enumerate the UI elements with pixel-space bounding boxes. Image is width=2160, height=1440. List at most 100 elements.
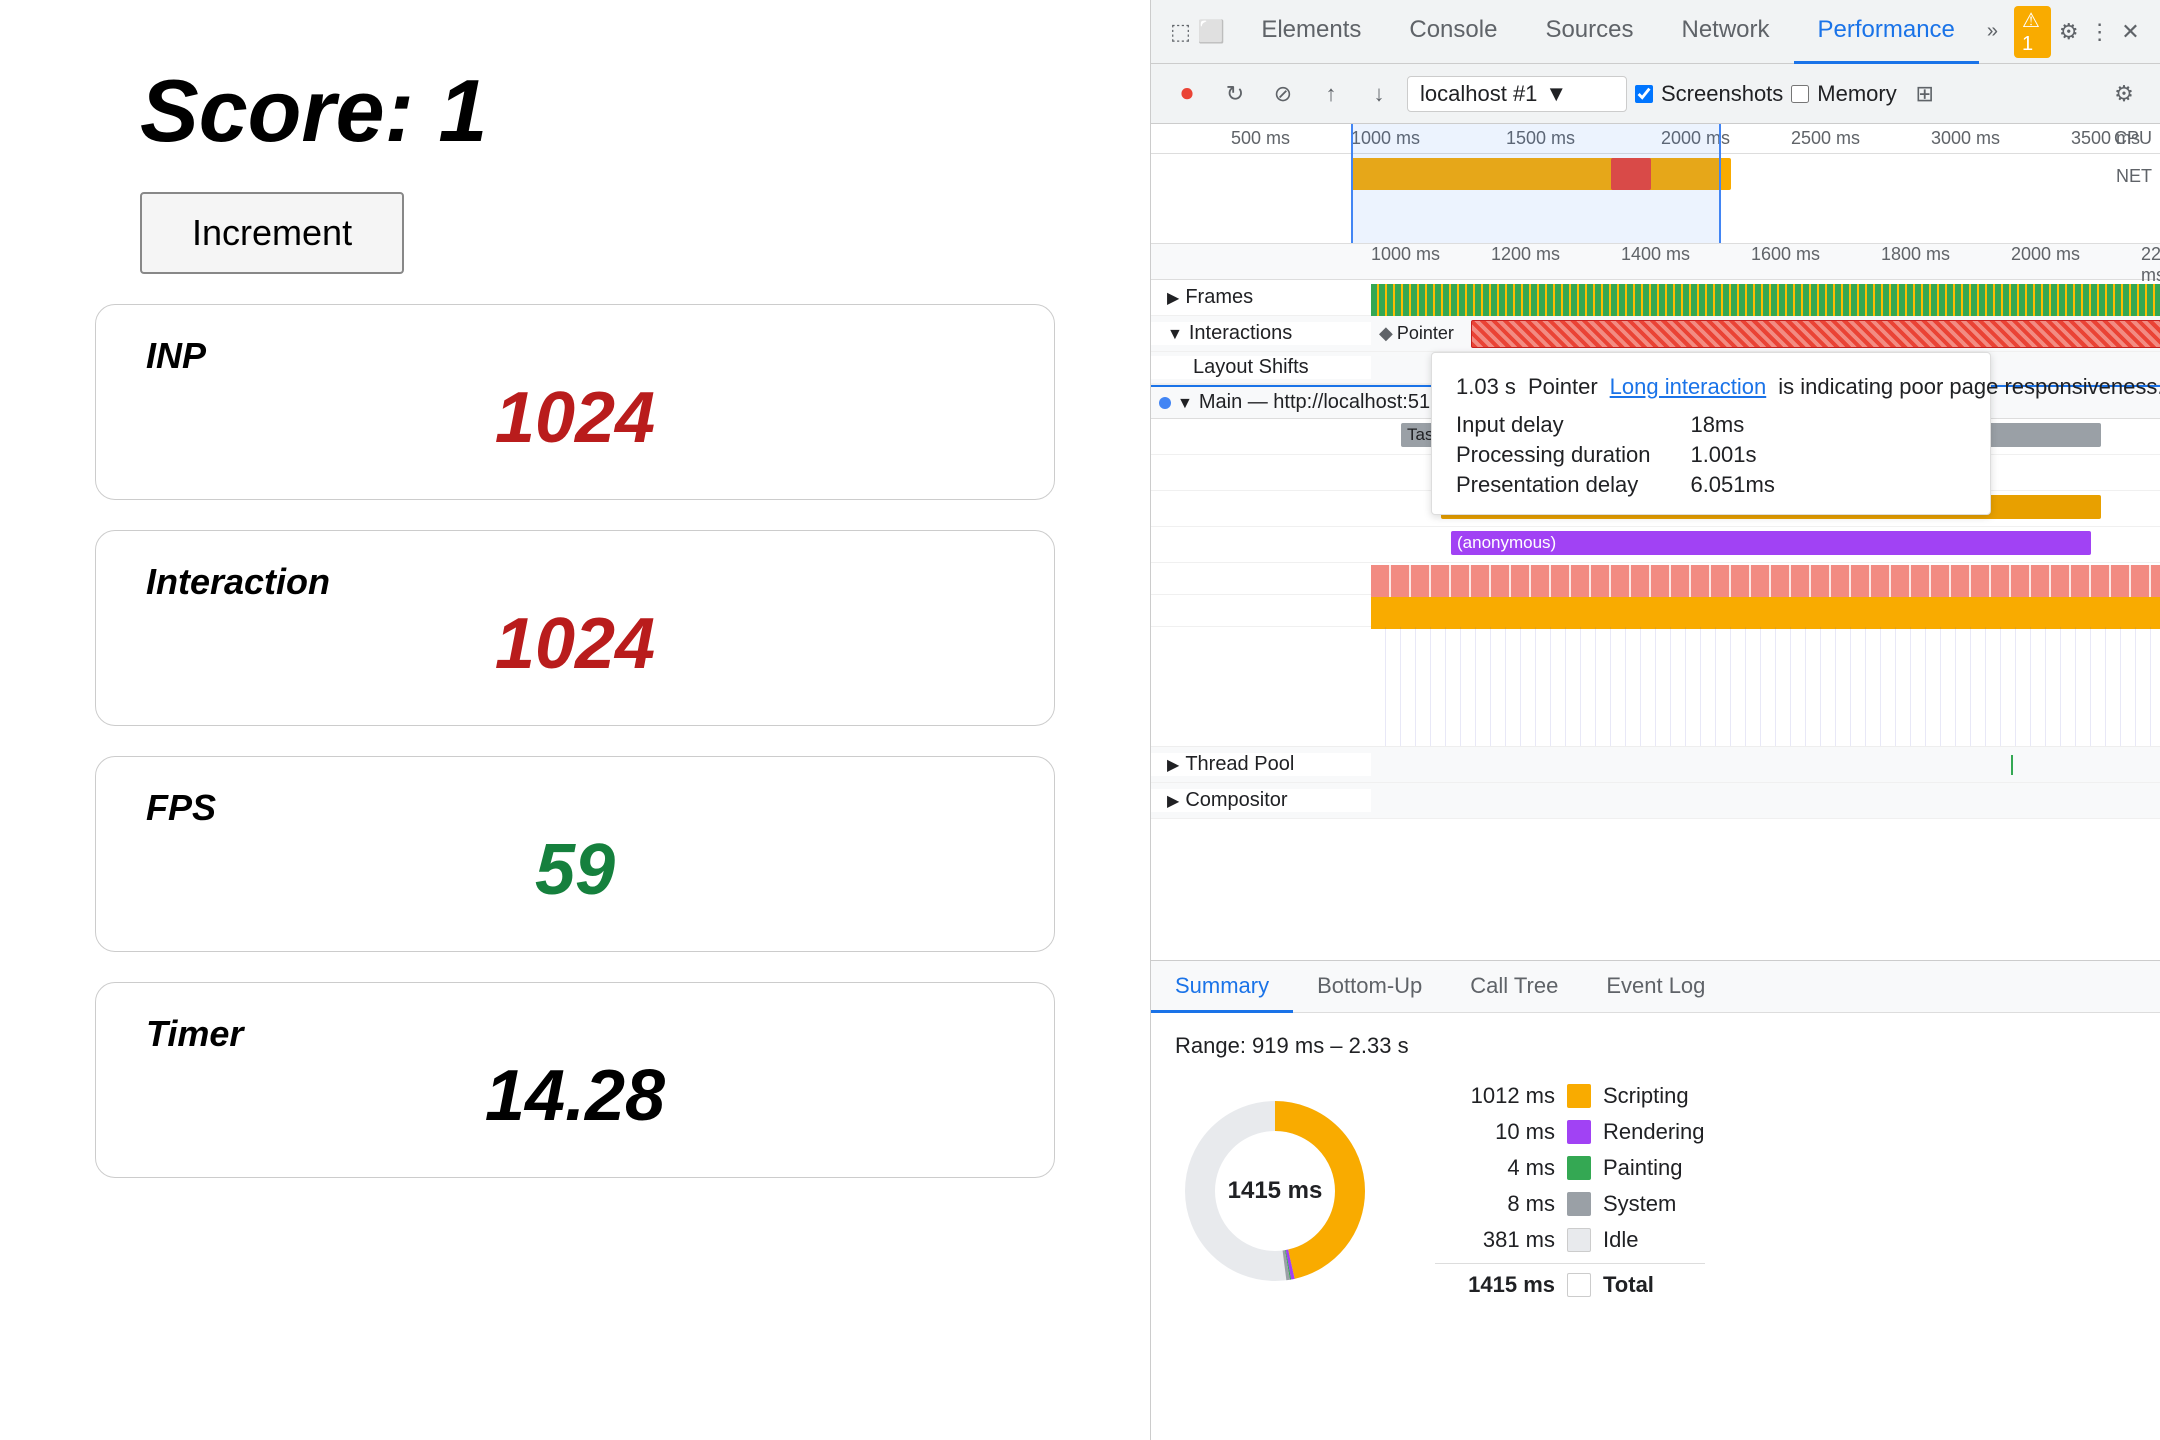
screenshots-label: Screenshots <box>1661 81 1783 107</box>
system-label: System <box>1603 1191 1676 1217</box>
idle-label: Idle <box>1603 1227 1638 1253</box>
timeline-overview[interactable]: 500 ms 1000 ms 1500 ms 2000 ms 2500 ms 3… <box>1151 124 2160 244</box>
overview-mark-3000: 3000 ms <box>1931 128 2000 149</box>
download-button[interactable]: ↓ <box>1359 74 1399 114</box>
donut-chart: 1415 ms <box>1175 1091 1375 1291</box>
compositor-content <box>1371 783 2160 818</box>
fps-card: FPS 59 <box>95 756 1055 952</box>
painting-color <box>1567 1156 1591 1180</box>
interactions-label: Interactions <box>1151 322 1371 345</box>
interaction-bar[interactable] <box>1471 320 2160 348</box>
upload-button[interactable]: ↑ <box>1311 74 1351 114</box>
overview-mark-500: 500 ms <box>1231 128 1290 149</box>
sub-task-track-1 <box>1151 563 2160 595</box>
tab-console[interactable]: Console <box>1385 0 1521 64</box>
interaction-label: Interaction <box>146 561 1004 603</box>
interaction-tooltip: 1.03 s Pointer Long interaction is indic… <box>1431 352 1991 515</box>
scripting-value: 1012 ms <box>1435 1083 1555 1109</box>
mark-1600: 1600 ms <box>1751 244 1820 265</box>
compositor-expand[interactable] <box>1167 789 1179 812</box>
thread-pool-label: Thread Pool <box>1151 753 1371 776</box>
increment-button[interactable]: Increment <box>140 192 404 274</box>
timer-card: Timer 14.28 <box>95 982 1055 1178</box>
devtools-toolbar: ⏺ ↻ ⊘ ↑ ↓ localhost #1 ▼ Screenshots Mem… <box>1151 64 2160 124</box>
scripting-label: Scripting <box>1603 1083 1689 1109</box>
memory-label: Memory <box>1817 81 1896 107</box>
frames-chevron[interactable] <box>1167 286 1179 309</box>
tab-summary[interactable]: Summary <box>1151 961 1293 1013</box>
tab-event-log[interactable]: Event Log <box>1582 961 1729 1013</box>
screenshots-checkbox[interactable] <box>1635 85 1653 103</box>
memory-checkbox[interactable] <box>1791 85 1809 103</box>
inp-label: INP <box>146 335 1004 377</box>
system-color <box>1567 1192 1591 1216</box>
legend-row-idle: 381 ms Idle <box>1435 1227 1705 1253</box>
mark-1000: 1000 ms <box>1371 244 1440 265</box>
overview-mark-2500: 2500 ms <box>1791 128 1860 149</box>
timeline-ruler: 1000 ms 1200 ms 1400 ms 1600 ms 1800 ms … <box>1151 244 2160 280</box>
idle-color <box>1567 1228 1591 1252</box>
memory-checkbox-group: Memory <box>1791 81 1896 107</box>
record-button[interactable]: ⏺ <box>1167 74 1207 114</box>
layout-shifts-label: Layout Shifts <box>1151 356 1371 379</box>
tab-call-tree[interactable]: Call Tree <box>1446 961 1582 1013</box>
tooltip-link[interactable]: Long interaction <box>1610 369 1767 404</box>
main-thread-label: Main — http://localhost:51... <box>1199 391 1447 414</box>
devtools-panel: ⬚ ⬜ Elements Console Sources Network Per… <box>1150 0 2160 1440</box>
close-icon[interactable]: ✕ <box>2117 10 2144 54</box>
interactions-expand[interactable] <box>1167 322 1183 345</box>
tooltip-time: 1.03 s <box>1456 369 1516 404</box>
inp-card: INP 1024 <box>95 304 1055 500</box>
inspect-icon[interactable]: ⬚ <box>1167 10 1194 54</box>
donut-center: 1415 ms <box>1228 1177 1323 1205</box>
legend-row-painting: 4 ms Painting <box>1435 1155 1705 1181</box>
more-options-icon[interactable]: ⋮ <box>2086 10 2113 54</box>
thread-pool-expand[interactable] <box>1167 753 1179 776</box>
legend-row-rendering: 10 ms Rendering <box>1435 1119 1705 1145</box>
reload-record-button[interactable]: ↻ <box>1215 74 1255 114</box>
more-tabs-icon[interactable]: » <box>1979 20 2006 43</box>
network-throttle-icon[interactable]: ⊞ <box>1905 74 1945 114</box>
legend-row-system: 8 ms System <box>1435 1191 1705 1217</box>
warning-badge: ⚠ 1 <box>2014 6 2051 58</box>
interaction-value: 1024 <box>146 603 1004 685</box>
compositor-label: Compositor <box>1151 789 1371 812</box>
legend-row-total: 1415 ms Total <box>1435 1263 1705 1298</box>
tooltip-type: Pointer <box>1528 369 1598 404</box>
timeline-detail[interactable]: 1000 ms 1200 ms 1400 ms 1600 ms 1800 ms … <box>1151 244 2160 960</box>
summary-layout: 1415 ms 1012 ms Scripting 10 ms Renderin… <box>1175 1083 2136 1298</box>
tab-performance[interactable]: Performance <box>1794 0 1979 64</box>
tab-bottom-up[interactable]: Bottom-Up <box>1293 961 1446 1013</box>
settings-icon[interactable]: ⚙ <box>2055 10 2082 54</box>
main-thread-expand[interactable] <box>1177 391 1193 414</box>
tab-network[interactable]: Network <box>1657 0 1793 64</box>
task-bar-anonymous[interactable]: (anonymous) <box>1451 531 2091 555</box>
tab-sources[interactable]: Sources <box>1521 0 1657 64</box>
tooltip-presentation-label: Presentation delay <box>1456 472 1650 498</box>
devtools-topbar: ⬚ ⬜ Elements Console Sources Network Per… <box>1151 0 2160 64</box>
legend-row-scripting: 1012 ms Scripting <box>1435 1083 1705 1109</box>
score-title: Score: 1 <box>140 60 487 162</box>
devtools-tabs: Elements Console Sources Network Perform… <box>1237 0 2006 64</box>
pointer-sub-label: ◆ <box>1371 323 1393 344</box>
rendering-color <box>1567 1120 1591 1144</box>
device-icon[interactable]: ⬜ <box>1198 10 1225 54</box>
tooltip-processing-label: Processing duration <box>1456 442 1650 468</box>
screenshots-checkbox-group: Screenshots <box>1635 81 1783 107</box>
timer-label: Timer <box>146 1013 1004 1055</box>
tooltip-processing-value: 1.001s <box>1690 442 1774 468</box>
clear-button[interactable]: ⊘ <box>1263 74 1303 114</box>
target-selector[interactable]: localhost #1 ▼ <box>1407 76 1627 112</box>
bottom-content: Range: 919 ms – 2.33 s <box>1151 1013 2160 1440</box>
target-dropdown-icon: ▼ <box>1545 81 1567 107</box>
call-stack-area <box>1151 627 2160 747</box>
bottom-panel: Summary Bottom-Up Call Tree Event Log Ra… <box>1151 960 2160 1440</box>
inp-value: 1024 <box>146 377 1004 459</box>
total-color <box>1567 1273 1591 1297</box>
system-value: 8 ms <box>1435 1191 1555 1217</box>
sub-task-track-2 <box>1151 595 2160 627</box>
tab-elements[interactable]: Elements <box>1237 0 1385 64</box>
main-thread-indicator <box>1159 397 1171 409</box>
mark-1800: 1800 ms <box>1881 244 1950 265</box>
settings-gear-icon[interactable]: ⚙ <box>2104 74 2144 114</box>
